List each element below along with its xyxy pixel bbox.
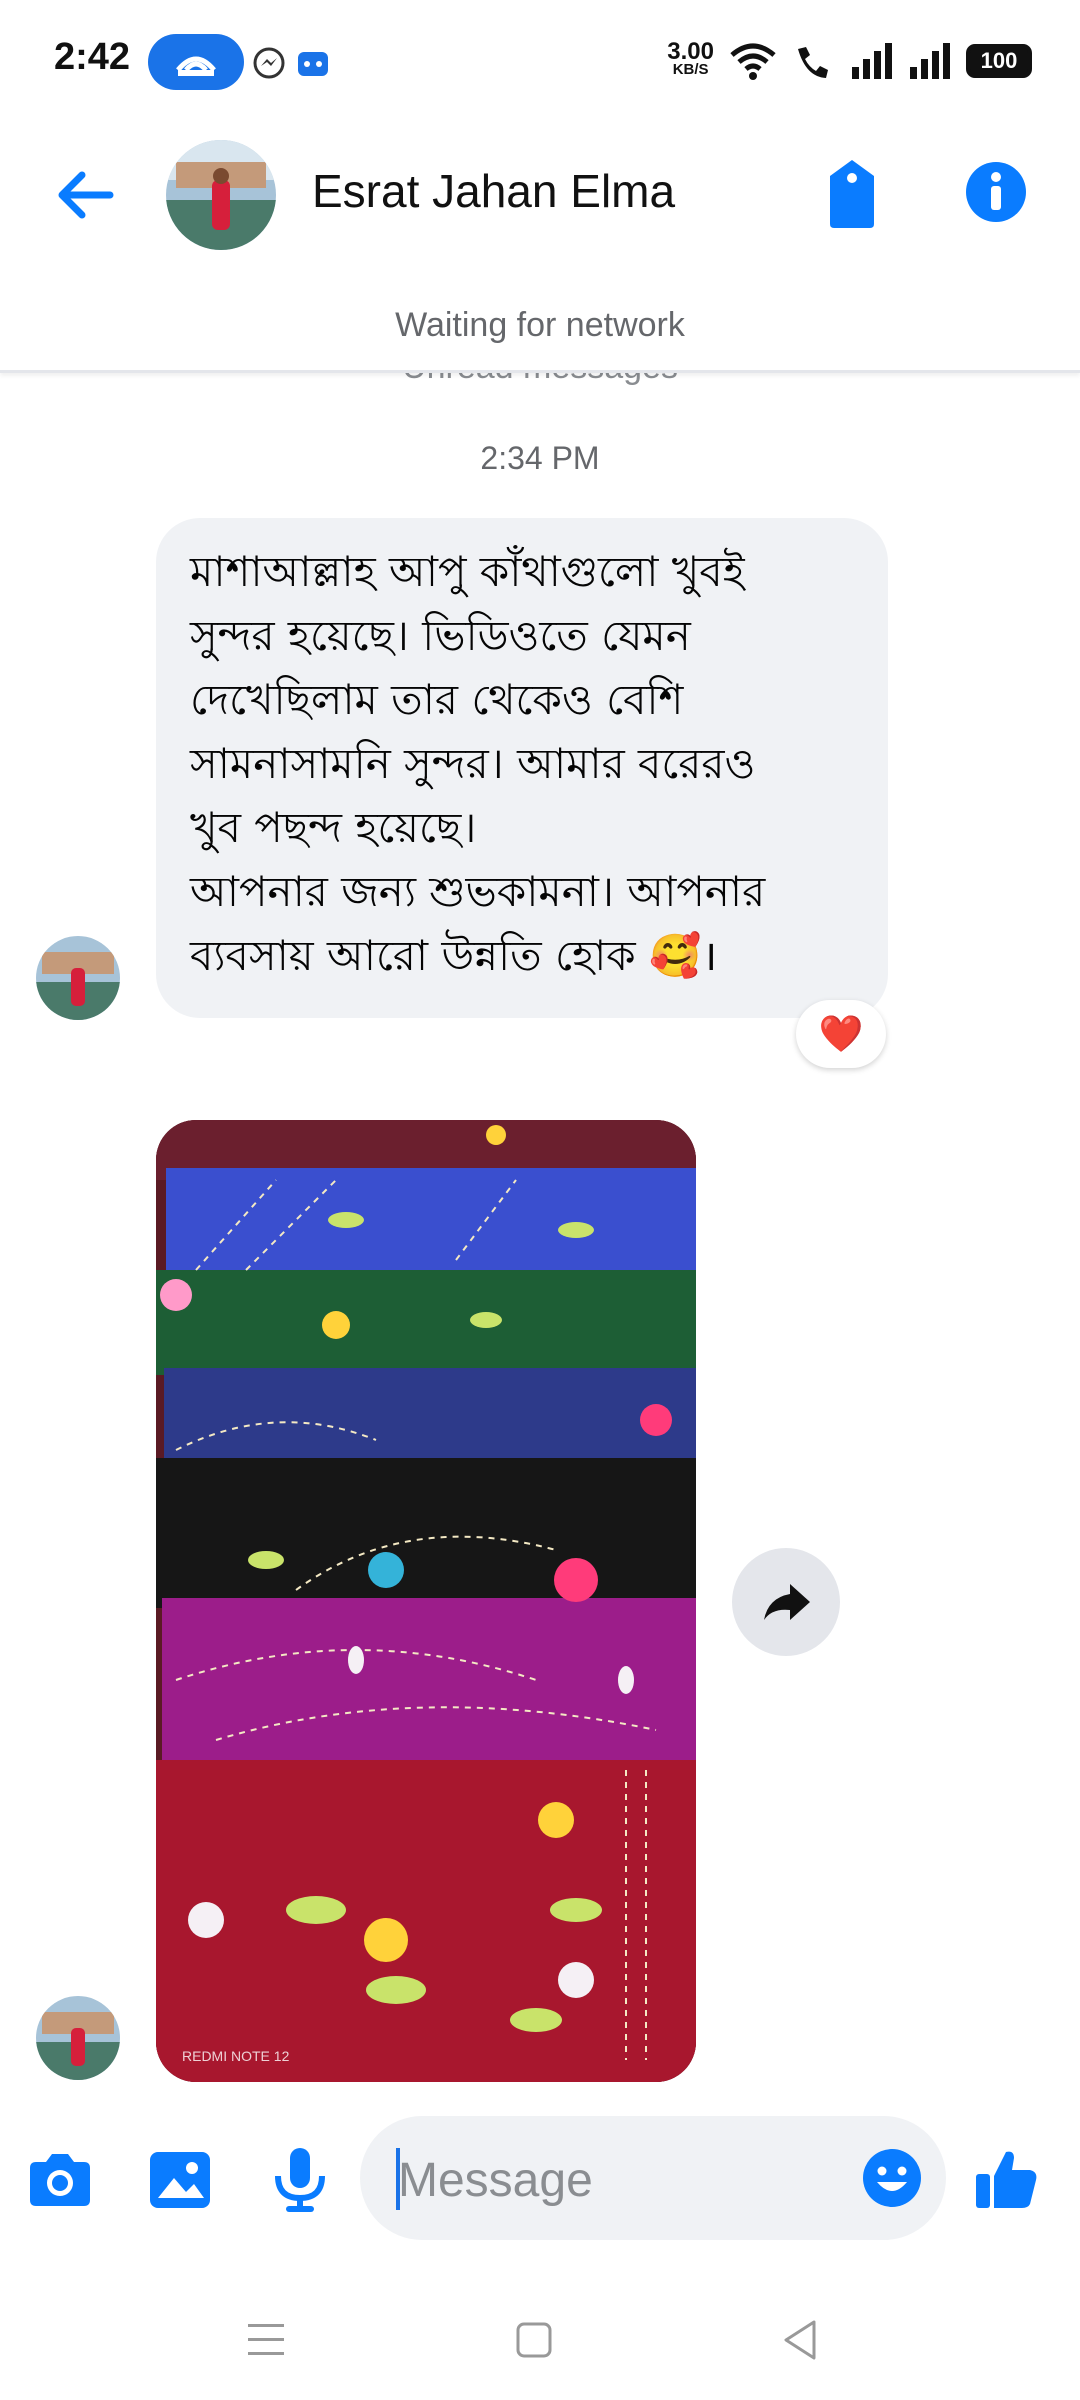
message-line: মাশাআল্লাহ আপু কাঁথাগুলো খুবই [190, 547, 745, 596]
chat-header: Esrat Jahan Elma [0, 120, 1080, 268]
wifi-icon [730, 43, 776, 80]
heart-reaction[interactable]: ❤️ [796, 1000, 886, 1068]
contact-name[interactable]: Esrat Jahan Elma [312, 164, 675, 218]
gallery-icon[interactable] [144, 2144, 216, 2216]
wifi-calling-icon [798, 47, 828, 78]
message-line: সামনাসামনি সুন্দর। আমার বরেরও [190, 739, 756, 788]
label-tag-icon[interactable] [822, 158, 882, 230]
signal-sim1-icon [852, 43, 892, 79]
message-line: ব্যবসায় আরো উন্নতি হোক 🥰। [190, 931, 718, 980]
avatar-photo [36, 1996, 120, 2080]
emoji-icon[interactable] [860, 2146, 924, 2210]
photo-watermark: REDMI NOTE 12 [182, 2048, 290, 2064]
message-line: আপনার জন্য শুভকামনা। আপনার [190, 867, 766, 916]
network-status-bar: Waiting for network [0, 290, 1080, 373]
microphone-icon[interactable] [264, 2144, 336, 2216]
message-line: খুব পছন্দ হয়েছে। [190, 803, 477, 852]
heart-reaction-icon: ❤️ [818, 1014, 864, 1055]
forward-arrow-icon [764, 1584, 810, 1620]
message-timestamp: 2:34 PM [480, 440, 600, 476]
message-bubble[interactable]: মাশাআল্লাহ আপু কাঁথাগুলো খুবই সুন্দর হয়… [156, 518, 888, 1018]
network-speed-unit: KB/S [672, 61, 709, 78]
network-speed: 3.00 KB/S [667, 40, 714, 79]
message-line: সুন্দর হয়েছে। ভিডিওতে যেমন [190, 611, 691, 660]
signal-sim2-icon [910, 43, 950, 79]
message-composer [0, 2100, 1080, 2260]
hotspot-indicator [148, 34, 244, 90]
forward-button[interactable] [732, 1548, 840, 1656]
status-right-cluster: 3.00 KB/S 100 [667, 36, 1032, 86]
status-time: 2:42 [54, 36, 131, 78]
network-status-text: Waiting for network [395, 306, 685, 344]
hotspot-icon [176, 56, 216, 76]
avatar-photo [36, 936, 120, 1020]
message-input[interactable] [396, 2144, 860, 2216]
message-field[interactable] [360, 2116, 946, 2240]
app-notification-icon [298, 52, 328, 76]
photo-message[interactable]: REDMI NOTE 12 [156, 1120, 696, 2082]
sender-avatar[interactable] [36, 1996, 120, 2080]
thumbs-up-icon[interactable] [970, 2144, 1042, 2216]
camera-icon[interactable] [24, 2144, 96, 2216]
back-nav-icon[interactable] [770, 2310, 830, 2370]
contact-avatar[interactable] [166, 140, 276, 250]
info-icon[interactable] [964, 160, 1028, 224]
back-arrow-icon[interactable] [50, 160, 120, 230]
messenger-notification-icon [253, 47, 285, 79]
system-nav-bar [0, 2290, 1080, 2400]
menu-nav-icon[interactable] [236, 2310, 296, 2370]
sender-avatar[interactable] [36, 936, 120, 1020]
home-nav-icon[interactable] [504, 2310, 564, 2370]
status-bar: 2:42 3.00 KB/S 100 [0, 0, 1080, 120]
message-line: দেখেছিলাম তার থেকেও বেশি [190, 675, 684, 724]
battery-indicator: 100 [966, 44, 1032, 78]
avatar-photo [166, 140, 276, 250]
kantha-fabrics-photo [156, 1120, 696, 2082]
